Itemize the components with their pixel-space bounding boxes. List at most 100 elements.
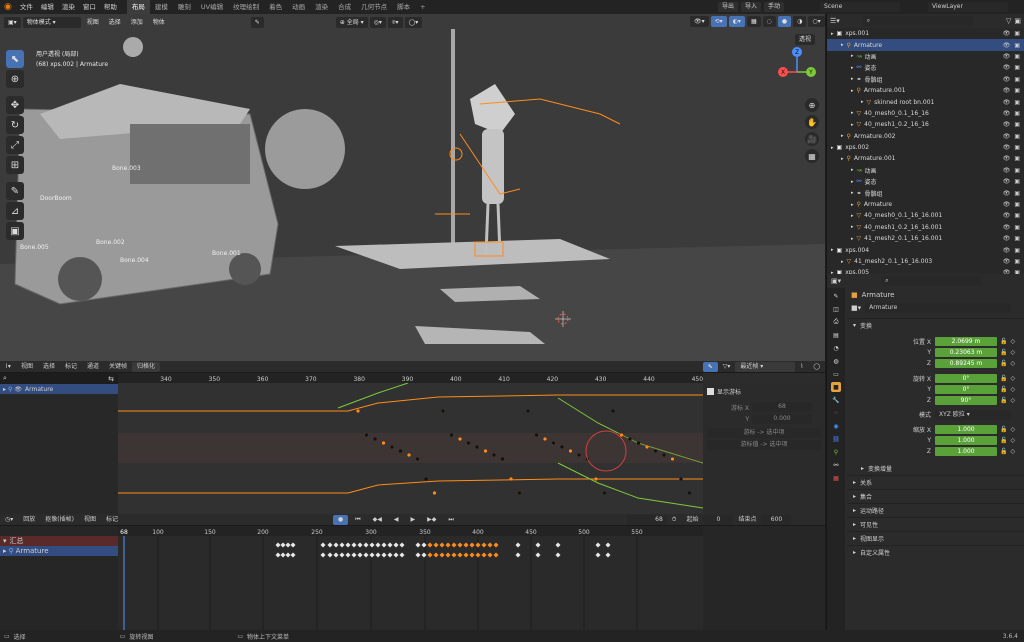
rotation-mode-dropdown[interactable]: XYZ 欧拉 ▾	[935, 409, 1011, 420]
import-button[interactable]: 导入	[741, 2, 762, 12]
render-toggle-icon[interactable]: ▣	[1014, 167, 1020, 174]
visibility-icon[interactable]: 👁▾	[690, 16, 709, 27]
motion-paths-panel-header[interactable]: ▸ 运动路径	[847, 503, 1024, 517]
physics-tab-icon[interactable]: ◉	[831, 421, 841, 431]
render-toggle-icon[interactable]: ▣	[1014, 258, 1020, 265]
render-tab-icon[interactable]: ◫	[831, 304, 841, 314]
cursor-tool-icon[interactable]: ⊕	[6, 70, 24, 88]
expand-icon[interactable]: ▸	[851, 167, 854, 173]
visibility-icon[interactable]: 👁	[1003, 178, 1011, 185]
editor-type-button[interactable]: ☰▾	[830, 17, 840, 25]
expand-icon[interactable]: ▸	[831, 145, 834, 151]
move-tool-icon[interactable]: ✥	[6, 96, 24, 114]
new-collection-icon[interactable]: ▣	[1014, 17, 1021, 25]
keyframe-icon[interactable]: ◇	[1010, 338, 1015, 345]
expand-icon[interactable]: ▸	[851, 65, 854, 71]
menu-object[interactable]: 物体	[149, 17, 169, 28]
cursor-x-field[interactable]: 68	[752, 402, 812, 412]
lock-icon[interactable]: 🔓	[1000, 375, 1007, 382]
menu-playback[interactable]: 回放	[18, 514, 40, 526]
pan-hand-icon[interactable]: ✋	[805, 115, 819, 129]
visibility-icon[interactable]: 👁	[1003, 87, 1011, 94]
cursor-y-field[interactable]: 0.000	[752, 414, 812, 424]
expand-icon[interactable]: ▸	[3, 547, 7, 555]
scale-z-field[interactable]: 1.000	[935, 447, 997, 456]
summary-row[interactable]: ▾ 汇总	[0, 536, 118, 546]
outliner-row[interactable]: ▸ ⚲ Armature.001 👁 ▣	[827, 153, 1024, 164]
visibility-icon[interactable]: 👁	[1003, 212, 1011, 219]
world-tab-icon[interactable]: ◍	[831, 356, 841, 366]
zoom-icon[interactable]: ⊕	[805, 98, 819, 112]
collection-tab-icon[interactable]: ▭	[831, 369, 841, 379]
keyframe-icon[interactable]: ◇	[1010, 426, 1015, 433]
scale-x-field[interactable]: 1.000	[935, 425, 997, 434]
render-toggle-icon[interactable]: ▣	[1014, 178, 1020, 185]
solid-shading-icon[interactable]: ●	[777, 16, 792, 27]
viewport-display-panel-header[interactable]: ▸ 视图显示	[847, 531, 1024, 545]
datablock-icon[interactable]: ■▾	[851, 304, 861, 312]
visibility-icon[interactable]: 👁	[1003, 201, 1011, 208]
channel-row[interactable]: ▸ ⚲ 👁 Armature	[0, 384, 118, 394]
start-frame-field[interactable]: 0	[703, 514, 734, 525]
render-toggle-icon[interactable]: ▣	[1014, 212, 1020, 219]
outliner-row[interactable]: ▸ ▽ 41_mesh2_0.1_16_16.001 👁 ▣	[827, 233, 1024, 244]
render-toggle-icon[interactable]: ▣	[1014, 53, 1020, 60]
lock-icon[interactable]: 🔓	[1000, 426, 1007, 433]
graph-curves[interactable]	[118, 383, 703, 514]
visibility-icon[interactable]: 👁	[1003, 190, 1011, 197]
render-toggle-icon[interactable]: ▣	[1014, 64, 1020, 71]
visibility-icon[interactable]: 👁	[1003, 110, 1011, 117]
only-selected-icon[interactable]: ⬉	[702, 361, 718, 372]
material-shading-icon[interactable]: ◑	[793, 16, 807, 27]
channel-search[interactable]: ⌕ ⇆	[0, 373, 118, 384]
tab-compositing[interactable]: 合成	[333, 0, 356, 14]
object-tab-icon[interactable]: ■	[831, 382, 841, 392]
menu-marker[interactable]: 标记	[60, 361, 82, 373]
render-toggle-icon[interactable]: ▣	[1014, 87, 1020, 94]
manual-button[interactable]: 手动	[764, 2, 785, 12]
pivot-dropdown[interactable]: 最近帧 ▾	[735, 361, 796, 372]
delta-transform-header[interactable]: ▸ 变换增量	[847, 461, 1024, 475]
properties-editor[interactable]: ▣▾ ⌕ ✎ ◫ ⎙ ▤ ◔ ◍ ▭ ■ 🔧 ⁘ ◉ ⛓ ⚲ ⚯ ▦ ■ Arm…	[826, 274, 1024, 630]
jump-start-icon[interactable]: ⏮	[350, 514, 365, 526]
visibility-icon[interactable]: 👁	[1003, 64, 1011, 71]
visibility-icon[interactable]: 👁	[1003, 121, 1011, 128]
expand-icon[interactable]: ▸	[851, 53, 854, 59]
expand-icon[interactable]: ▸	[861, 99, 864, 105]
rotate-tool-icon[interactable]: ↻	[6, 116, 24, 134]
tab-scripting[interactable]: 脚本	[392, 0, 415, 14]
visibility-icon[interactable]: 👁	[1003, 258, 1011, 265]
visibility-icon[interactable]: 👁	[1003, 167, 1011, 174]
proportional-icon[interactable]: ◯	[808, 361, 825, 373]
render-toggle-icon[interactable]: ▣	[1014, 121, 1020, 128]
menu-marker[interactable]: 标记	[101, 514, 123, 526]
end-frame-field[interactable]: 600	[761, 514, 792, 525]
lock-icon[interactable]: 🔓	[1000, 360, 1007, 367]
armature-row[interactable]: ▸ ⚲ Armature	[0, 546, 118, 556]
lock-icon[interactable]: 🔓	[1000, 386, 1007, 393]
outliner-row[interactable]: ▸ ⚭ 骨骼组 👁 ▣	[827, 74, 1024, 85]
keyframe-icon[interactable]: ◇	[1010, 437, 1015, 444]
editor-type-button[interactable]: ⌇▾	[0, 361, 16, 373]
keyframe-icon[interactable]: ◇	[1010, 397, 1015, 404]
data-tab-icon[interactable]: ⚲	[831, 447, 841, 457]
render-toggle-icon[interactable]: ▣	[1014, 76, 1020, 83]
prev-key-icon[interactable]: ◆◀	[368, 514, 387, 526]
scale-y-field[interactable]: 1.000	[935, 436, 997, 445]
render-toggle-icon[interactable]: ▣	[1014, 42, 1020, 49]
eyedropper-icon[interactable]: ✎	[250, 16, 264, 28]
expand-icon[interactable]: ▸	[841, 133, 844, 139]
outliner-row[interactable]: ▸ ▽ 40_mesh1_0.2_16_16.001 👁 ▣	[827, 222, 1024, 233]
export-button[interactable]: 导出	[718, 2, 739, 12]
outliner-row[interactable]: ▸ ▣ xps.001 👁 ▣	[827, 28, 1024, 39]
keyframe-icon[interactable]: ◇	[1010, 349, 1015, 356]
view-layer-selector[interactable]: ViewLayer	[928, 2, 1008, 12]
jump-end-icon[interactable]: ⏭	[443, 514, 458, 526]
wireframe-shading-icon[interactable]: ◌	[762, 16, 776, 27]
visibility-icon[interactable]: 👁	[14, 386, 22, 393]
filter-icon[interactable]: ▽▾	[718, 361, 736, 373]
expand-icon[interactable]: ▾	[3, 537, 7, 545]
custom-properties-panel-header[interactable]: ▸ 自定义属性	[847, 545, 1024, 559]
menu-window[interactable]: 窗口	[79, 0, 100, 14]
texture-tab-icon[interactable]: ▦	[831, 473, 841, 483]
